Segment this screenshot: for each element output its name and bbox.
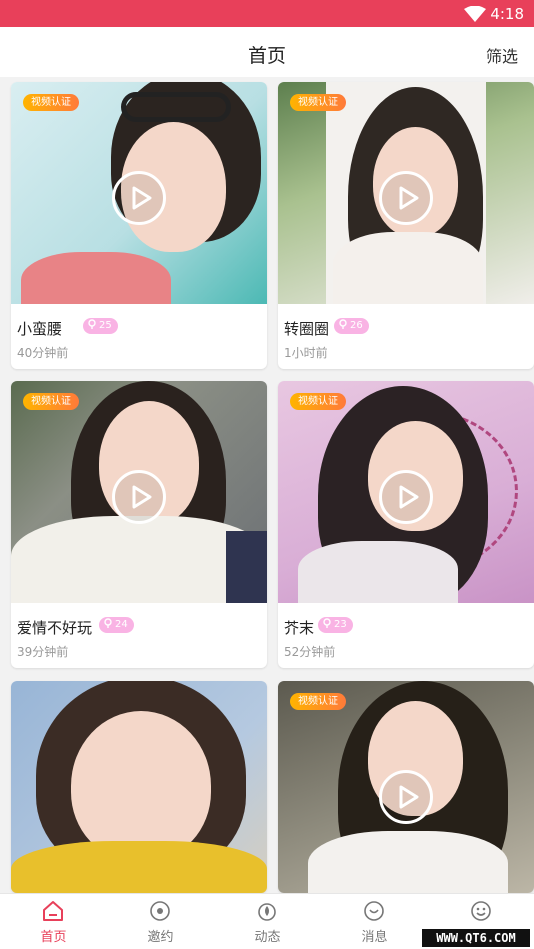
video-verified-badge: 视频认证 bbox=[290, 94, 346, 111]
tab-label: 首页 bbox=[40, 930, 67, 945]
video-verified-badge: 视频认证 bbox=[23, 94, 79, 111]
tab-moments[interactable]: 动态 bbox=[214, 894, 321, 949]
age-tag: 25 bbox=[83, 318, 118, 334]
card-info: 爱情不好玩 24 39分钟前 bbox=[11, 603, 267, 668]
female-icon bbox=[104, 618, 112, 628]
target-icon bbox=[150, 901, 170, 921]
tab-messages[interactable]: 消息 bbox=[321, 894, 428, 949]
card-info: 小蛮腰 25 40分钟前 bbox=[11, 304, 267, 369]
tab-home[interactable]: 首页 bbox=[0, 894, 107, 949]
top-bar: 首页 筛选 bbox=[0, 27, 534, 77]
tab-invite[interactable]: 邀约 bbox=[107, 894, 214, 949]
age-tag: 23 bbox=[318, 617, 353, 633]
profile-card[interactable]: 视频认证 小蛮腰 25 40分钟前 bbox=[11, 82, 267, 369]
last-active-time: 1小时前 bbox=[284, 346, 328, 360]
flame-icon bbox=[258, 903, 276, 921]
profile-name: 爱情不好玩 bbox=[17, 619, 93, 637]
female-icon bbox=[88, 319, 96, 329]
video-verified-badge: 视频认证 bbox=[290, 393, 346, 410]
profile-card[interactable]: 视频认证 芥末 23 52分钟前 bbox=[278, 381, 534, 668]
female-icon bbox=[323, 618, 331, 628]
play-icon[interactable] bbox=[112, 171, 166, 225]
video-verified-badge: 视频认证 bbox=[290, 693, 346, 710]
tab-label: 邀约 bbox=[147, 930, 174, 945]
smile-icon bbox=[471, 901, 491, 921]
profile-name: 芥末 bbox=[284, 619, 315, 637]
profile-name: 转圈圈 bbox=[284, 320, 330, 338]
status-bar: 4:18 bbox=[0, 0, 534, 27]
profile-card[interactable]: 视频认证 bbox=[278, 681, 534, 893]
status-time: 4:18 bbox=[490, 5, 524, 23]
card-info: 转圈圈 26 1小时前 bbox=[278, 304, 534, 369]
last-active-time: 39分钟前 bbox=[17, 645, 69, 659]
chat-icon bbox=[364, 901, 384, 921]
profile-name: 小蛮腰 bbox=[17, 320, 63, 338]
age-tag: 26 bbox=[334, 318, 369, 334]
home-icon bbox=[43, 901, 63, 921]
tab-label: 消息 bbox=[361, 930, 388, 945]
last-active-time: 40分钟前 bbox=[17, 346, 69, 360]
profile-card[interactable]: 视频认证 转圈圈 26 1小时前 bbox=[278, 82, 534, 369]
profile-card[interactable] bbox=[11, 681, 267, 893]
site-watermark: WWW.QT6.COM bbox=[422, 929, 530, 947]
play-icon[interactable] bbox=[379, 171, 433, 225]
play-icon[interactable] bbox=[112, 470, 166, 524]
video-verified-badge: 视频认证 bbox=[23, 393, 79, 410]
tab-label: 动态 bbox=[254, 930, 281, 945]
wifi-icon bbox=[464, 6, 486, 22]
card-info: 芥末 23 52分钟前 bbox=[278, 603, 534, 668]
play-icon[interactable] bbox=[379, 770, 433, 824]
female-icon bbox=[339, 319, 347, 329]
age-tag: 24 bbox=[99, 617, 134, 633]
page-title: 首页 bbox=[247, 45, 286, 67]
filter-button[interactable]: 筛选 bbox=[486, 43, 518, 67]
profile-grid: 视频认证 小蛮腰 25 40分钟前 视频认证 转圈圈 26 1小时前 视频认证 … bbox=[0, 77, 534, 893]
play-icon[interactable] bbox=[379, 470, 433, 524]
profile-photo[interactable] bbox=[11, 681, 267, 893]
last-active-time: 52分钟前 bbox=[284, 645, 336, 659]
profile-card[interactable]: 视频认证 爱情不好玩 24 39分钟前 bbox=[11, 381, 267, 668]
